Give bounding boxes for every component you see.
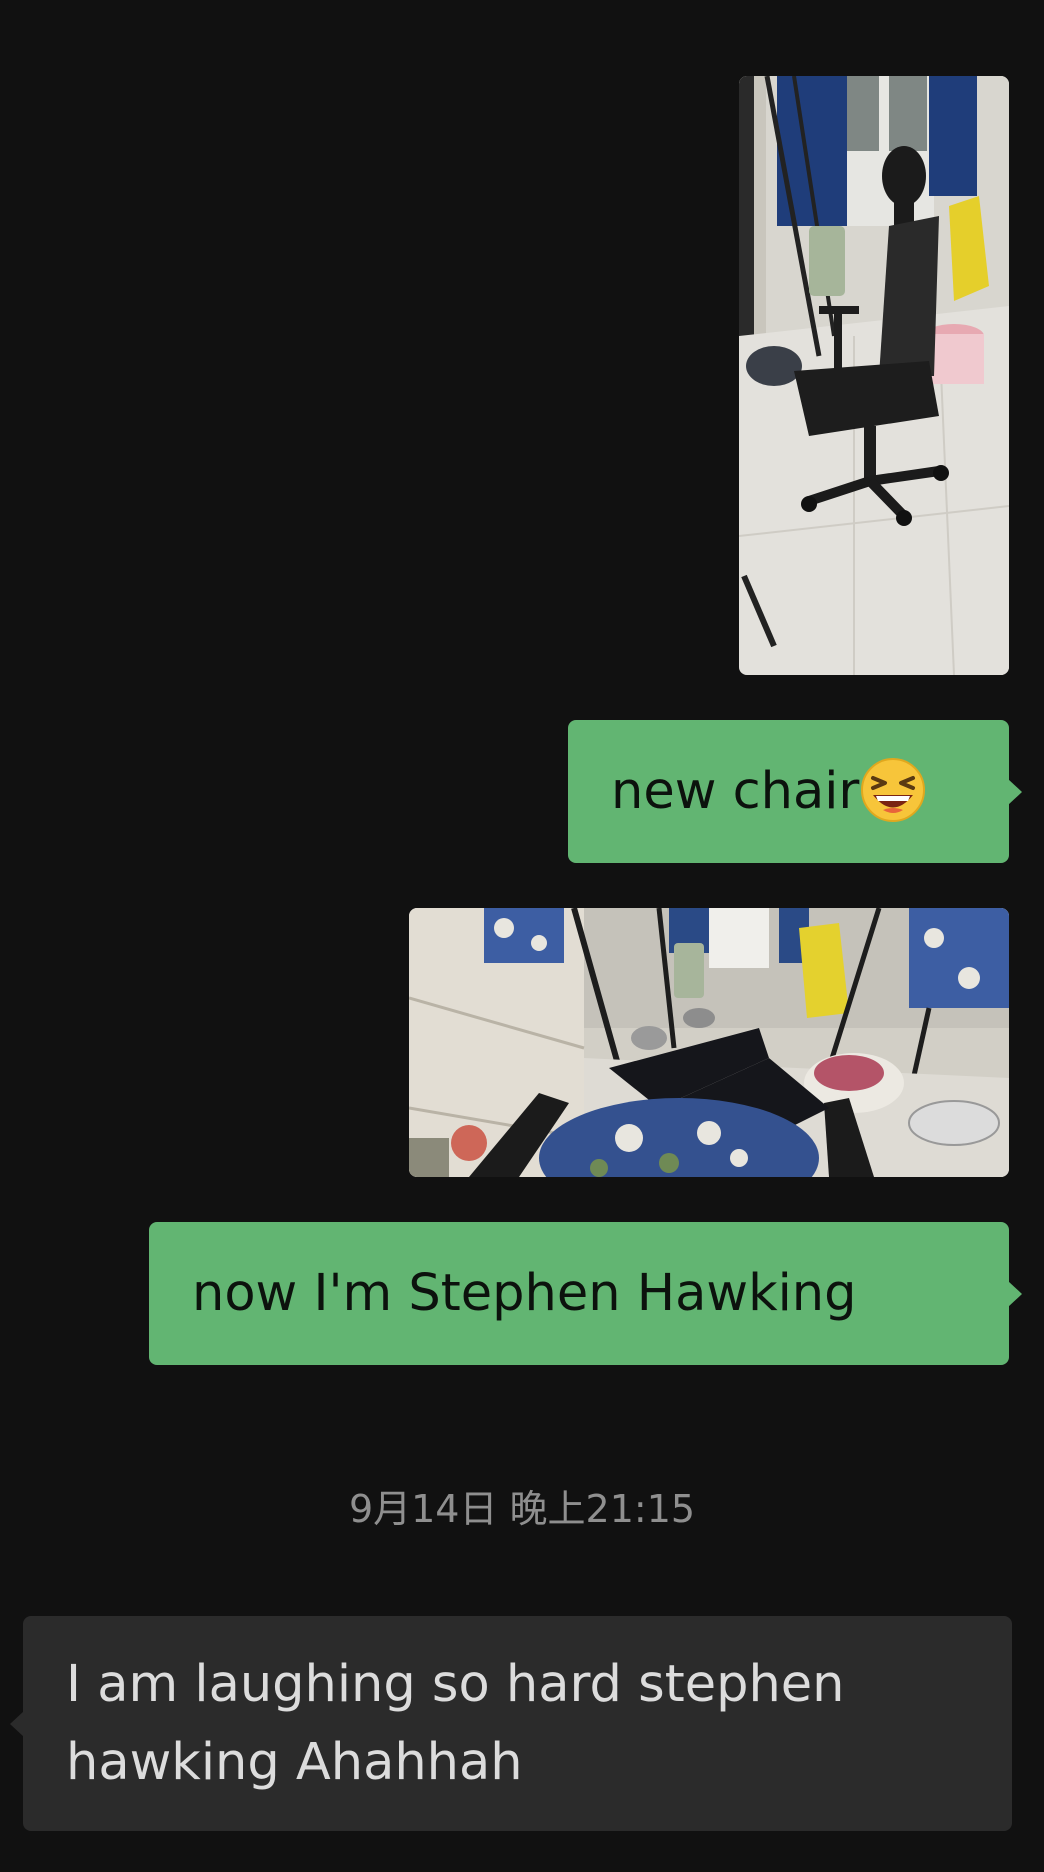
message-text: now I'm Stephen Hawking	[192, 1263, 857, 1323]
incoming-message-bubble[interactable]: I am laughing so hard stephen hawking Ah…	[10, 1616, 1012, 1831]
message-text: new chair	[611, 761, 860, 821]
chair-photo-image	[739, 76, 1009, 675]
reclined-photo-image	[409, 908, 1009, 1177]
image-message-reclined[interactable]	[409, 908, 1009, 1177]
chat-view: new chair now I'm Stephen Hawking 9月14日 …	[0, 0, 1044, 1872]
outgoing-message-bubble[interactable]: new chair	[568, 720, 1022, 863]
message-text: I am laughing so hard stephen hawking Ah…	[66, 1654, 845, 1792]
outgoing-message-bubble[interactable]: now I'm Stephen Hawking	[149, 1222, 1022, 1365]
image-message-chair[interactable]	[739, 76, 1009, 675]
laughing-squinting-face-icon	[859, 756, 927, 824]
message-timestamp: 9月14日 晚上21:15	[348, 1487, 696, 1531]
